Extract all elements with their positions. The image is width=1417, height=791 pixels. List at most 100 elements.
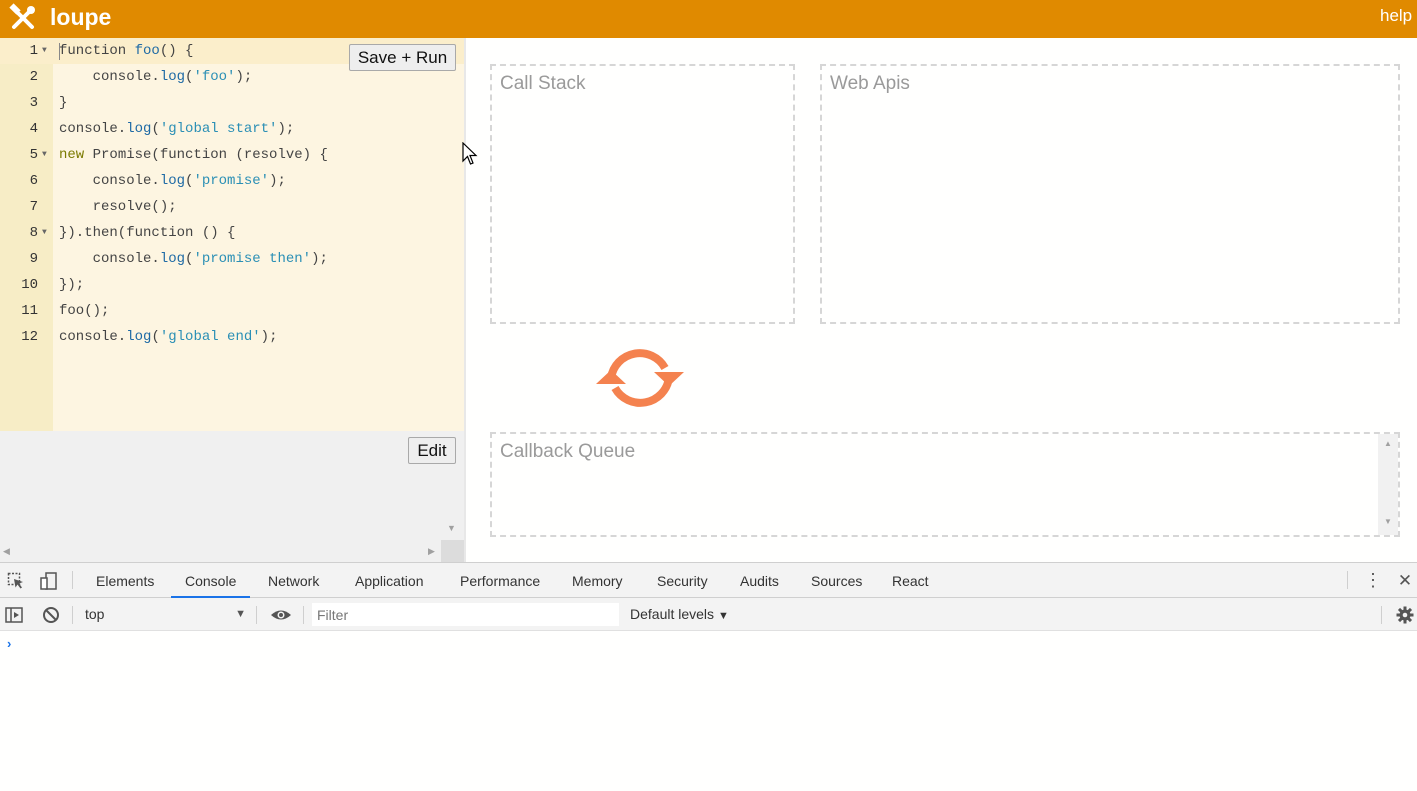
scroll-right-icon[interactable]: ▶ <box>428 546 435 557</box>
code-line[interactable]: 7 resolve(); <box>0 194 464 220</box>
show-sidebar-icon[interactable] <box>5 606 23 624</box>
code-line[interactable]: 11 foo(); <box>0 298 464 324</box>
inspect-element-icon[interactable] <box>7 572 25 590</box>
line-number: 8 <box>29 225 38 241</box>
console-settings-gear-icon[interactable] <box>1396 606 1414 624</box>
callback-queue-panel: Callback Queue ▲ ▼ <box>490 432 1400 537</box>
code-token: foo(); <box>59 303 110 319</box>
code-line[interactable]: 12 console.log('global end'); <box>0 324 464 350</box>
clear-console-icon[interactable] <box>42 606 60 624</box>
code-token: console. <box>59 173 160 189</box>
code-token: ); <box>311 251 328 267</box>
code-token: ( <box>151 329 160 345</box>
code-text: resolve(); <box>59 194 177 220</box>
save-run-button[interactable]: Save + Run <box>349 44 456 71</box>
code-token: ); <box>260 329 278 345</box>
code-text: console.log('global end'); <box>59 324 277 350</box>
log-levels-dropdown[interactable]: Default levels ▼ <box>630 603 729 625</box>
app-header: loupe help <box>0 0 1417 38</box>
tab-sources[interactable]: Sources <box>809 563 864 598</box>
code-text: new Promise(function (resolve) { <box>59 142 328 168</box>
horizontal-scrollbar[interactable]: ◀ ▶ <box>0 543 441 559</box>
code-token: console. <box>59 251 160 267</box>
tab-react[interactable]: React <box>890 563 931 598</box>
tab-audits[interactable]: Audits <box>738 563 781 598</box>
fold-toggle-icon[interactable]: ▼ <box>42 220 47 246</box>
code-line[interactable]: 4 console.log('global start'); <box>0 116 464 142</box>
app-title[interactable]: loupe <box>50 4 111 30</box>
line-number: 6 <box>29 173 38 189</box>
more-options-icon[interactable]: ⋮ <box>1364 570 1382 592</box>
tab-application[interactable]: Application <box>353 563 426 598</box>
scroll-up-icon[interactable]: ▲ <box>1384 439 1392 448</box>
code-token: function <box>159 147 236 163</box>
code-token: log <box>159 173 186 189</box>
code-text: }).then(function () { <box>59 220 235 246</box>
toolbar-separator <box>1381 606 1382 624</box>
console-toolbar: top ▼ Default levels▼ <box>0 598 1417 631</box>
code-token: }).then( <box>59 225 127 241</box>
call-stack-title: Call Stack <box>500 73 586 94</box>
code-line[interactable]: 6 console.log('promise'); <box>0 168 464 194</box>
code-line[interactable]: 9 console.log('promise then'); <box>0 246 464 272</box>
code-line[interactable]: 10}); <box>0 272 464 298</box>
code-text: console.log('global start'); <box>59 116 294 142</box>
context-selector[interactable]: top ▼ <box>78 603 250 625</box>
code-text: console.log('promise then'); <box>59 246 328 272</box>
code-token: 'global end' <box>159 329 261 345</box>
line-number: 11 <box>21 303 38 319</box>
toolbar-separator <box>72 571 73 589</box>
line-number: 9 <box>29 251 38 267</box>
code-token: () { <box>159 43 194 59</box>
tab-performance[interactable]: Performance <box>458 563 542 598</box>
tab-console[interactable]: Console <box>171 563 251 598</box>
code-text: function foo() { <box>59 38 193 64</box>
code-token: log <box>159 69 186 85</box>
app-root: loupe help 1 ▼ function foo() {2 console.l… <box>0 0 1417 791</box>
code-token: ); <box>277 121 295 137</box>
fold-toggle-icon[interactable]: ▼ <box>42 38 47 64</box>
tab-memory[interactable]: Memory <box>570 563 625 598</box>
fold-toggle-icon[interactable]: ▼ <box>42 142 47 168</box>
code-token: log <box>159 251 186 267</box>
close-devtools-icon[interactable]: ✕ <box>1397 570 1413 592</box>
code-token: function <box>59 43 135 59</box>
code-text: foo(); <box>59 298 109 324</box>
dropdown-arrow-icon: ▼ <box>718 610 729 622</box>
code-line[interactable]: 8 ▼ }).then(function () { <box>0 220 464 246</box>
code-line[interactable]: 3} <box>0 90 464 116</box>
code-token: Promise( <box>92 147 160 163</box>
console-filter-input[interactable] <box>312 603 619 626</box>
device-toolbar-icon[interactable] <box>40 572 58 590</box>
code-editor[interactable]: 1 ▼ function foo() {2 console.log('foo'); 3… <box>0 38 464 431</box>
code-token: function <box>126 225 202 241</box>
pane-divider[interactable] <box>464 38 466 562</box>
code-line[interactable]: 5 ▼ new Promise(function (resolve) { <box>0 142 464 168</box>
live-expression-eye-icon[interactable] <box>270 606 292 624</box>
tab-elements[interactable]: Elements <box>94 563 156 598</box>
log-levels-label: Default levels <box>630 606 715 622</box>
toolbar-separator <box>1347 571 1348 589</box>
scroll-down-icon[interactable]: ▼ <box>1384 517 1392 526</box>
tab-network[interactable]: Network <box>266 563 321 598</box>
console-prompt-icon[interactable]: › <box>7 636 11 651</box>
code-token: ); <box>269 173 286 189</box>
code-token: new <box>59 147 93 163</box>
callback-queue-title: Callback Queue <box>500 441 636 462</box>
tab-security[interactable]: Security <box>655 563 710 598</box>
edit-button[interactable]: Edit <box>408 437 456 464</box>
queue-scrollbar[interactable]: ▲ ▼ <box>1378 434 1398 535</box>
code-token: 'foo' <box>193 69 236 85</box>
toolbar-separator <box>256 606 257 624</box>
scroll-down-icon[interactable]: ▼ <box>447 523 456 533</box>
scroll-left-icon[interactable]: ◀ <box>3 546 10 557</box>
dropdown-arrow-icon: ▼ <box>235 608 246 620</box>
code-token: } <box>59 95 68 111</box>
help-link[interactable]: help <box>1380 6 1412 26</box>
line-number: 5 <box>29 147 38 163</box>
web-apis-title: Web Apis <box>830 73 910 94</box>
line-number: 2 <box>29 69 38 85</box>
code-token: 'global start' <box>159 121 278 137</box>
mouse-pointer-icon <box>462 142 478 165</box>
hammer-wrench-icon[interactable] <box>8 3 38 33</box>
